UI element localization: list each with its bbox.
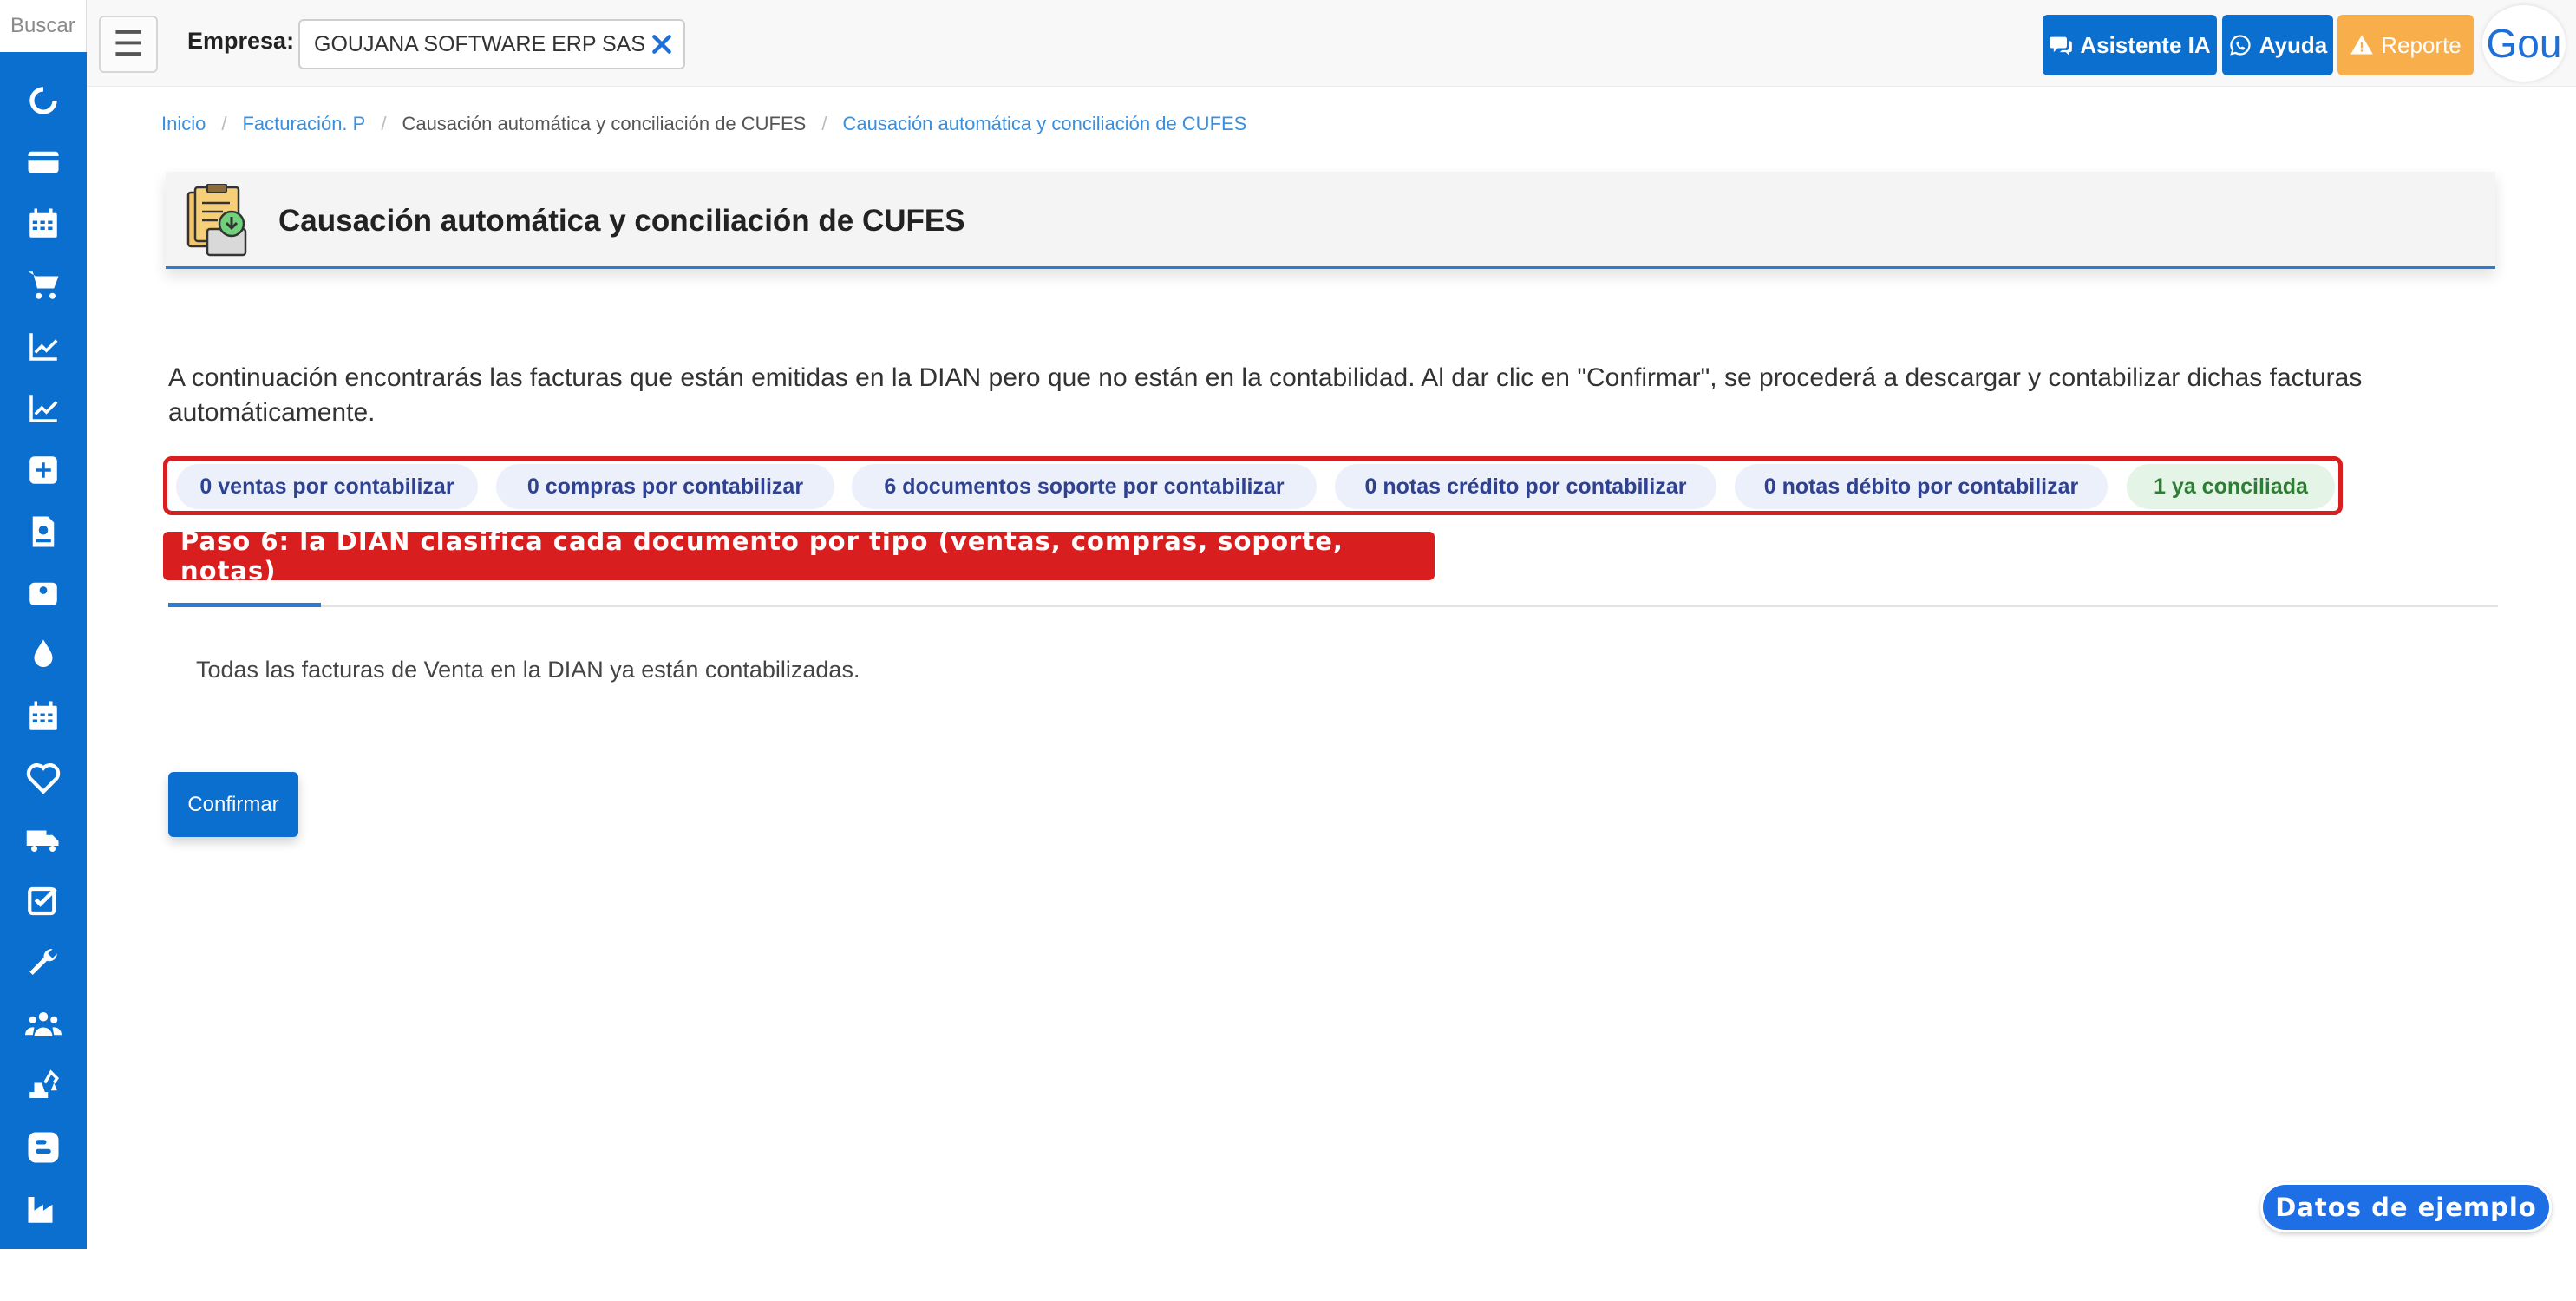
refresh-icon[interactable] — [0, 69, 87, 131]
pill-compras[interactable]: 0 compras por contabilizar — [496, 464, 834, 509]
pill-label: 0 compras por contabilizar — [526, 474, 804, 499]
warning-icon — [2350, 35, 2374, 55]
pill-label: 0 notas crédito por contabilizar — [1364, 474, 1687, 499]
wrench-icon[interactable] — [0, 932, 87, 993]
credit-card-icon[interactable] — [0, 131, 87, 193]
sample-data-badge: Datos de ejemplo — [2260, 1182, 2552, 1232]
page-header: Causación automática y conciliación de C… — [166, 172, 2495, 269]
pill-label: 1 ya conciliada — [2154, 474, 2308, 499]
chat-icon — [2050, 36, 2073, 56]
confirm-button[interactable]: Confirmar — [168, 772, 298, 837]
asistente-ia-label: Asistente IA — [2080, 31, 2211, 58]
page-title: Causación automática y conciliación de C… — [278, 204, 965, 238]
documents-download-icon — [186, 184, 247, 257]
top-navbar: ☰ Empresa: GOUJANA SOFTWARE ERP SAS Asis… — [87, 0, 2576, 87]
breadcrumb-separator: / — [821, 113, 827, 134]
reporte-label: Reporte — [2381, 31, 2462, 58]
users-icon[interactable] — [0, 993, 87, 1055]
breadcrumb-separator: / — [221, 113, 227, 134]
excavator-icon[interactable] — [0, 1055, 87, 1116]
step-annotation-banner: Paso 6: la DIAN clasifica cada documento… — [163, 526, 1435, 585]
menu-toggle-button[interactable]: ☰ — [99, 16, 158, 73]
gou-logo[interactable]: Gou — [2482, 5, 2566, 82]
reporte-button[interactable]: Reporte — [2337, 15, 2474, 75]
empresa-value: GOUJANA SOFTWARE ERP SAS — [314, 31, 646, 56]
empresa-select[interactable]: GOUJANA SOFTWARE ERP SAS — [298, 19, 685, 69]
intro-text: A continuación encontrarás las facturas … — [168, 363, 2363, 427]
empresa-label: Empresa: — [187, 28, 295, 54]
ayuda-label: Ayuda — [2259, 31, 2328, 58]
pill-notas-credito[interactable]: 0 notas crédito por contabilizar — [1335, 464, 1716, 509]
pill-notas-debito[interactable]: 0 notas débito por contabilizar — [1735, 464, 2108, 509]
calendar-icon[interactable] — [0, 193, 87, 254]
breadcrumb-current[interactable]: Causación automática y conciliación de C… — [842, 113, 1246, 135]
breadcrumb-section: Causación automática y conciliación de C… — [402, 113, 807, 134]
tab-active-indicator[interactable] — [168, 603, 321, 607]
cart-icon[interactable] — [0, 254, 87, 316]
industry-icon[interactable] — [0, 1178, 87, 1239]
check-square-icon[interactable] — [0, 870, 87, 932]
empty-state-message: Todas las facturas de Venta en la DIAN y… — [196, 657, 860, 683]
sidebar: Buscar — [0, 0, 87, 1278]
breadcrumb-facturacion[interactable]: Facturación. P — [242, 113, 365, 135]
sidebar-menu — [0, 69, 87, 1301]
plus-square-icon[interactable] — [0, 439, 87, 500]
pill-label: 6 documentos soporte por contabilizar — [884, 474, 1285, 499]
drop-icon[interactable] — [0, 624, 87, 685]
pill-ventas[interactable]: 0 ventas por contabilizar — [176, 464, 478, 509]
breadcrumb: Inicio / Facturación. P / Causación auto… — [161, 113, 1246, 135]
whatsapp-icon — [2230, 35, 2251, 56]
wallet-icon[interactable] — [0, 562, 87, 624]
line-chart-icon[interactable] — [0, 377, 87, 439]
pill-label: 0 notas débito por contabilizar — [1763, 474, 2079, 499]
pill-documentos-soporte[interactable]: 6 documentos soporte por contabilizar — [852, 464, 1317, 509]
pill-conciliada[interactable]: 1 ya conciliada — [2127, 464, 2335, 509]
calendar-icon[interactable] — [0, 685, 87, 747]
asistente-ia-button[interactable]: Asistente IA — [2043, 15, 2217, 75]
tabs-divider — [168, 605, 2498, 607]
truck-icon[interactable] — [0, 808, 87, 870]
logo-text: Gou — [2486, 21, 2562, 66]
breadcrumb-separator: / — [381, 113, 387, 134]
rips-document-icon[interactable] — [0, 500, 87, 562]
ayuda-button[interactable]: Ayuda — [2222, 15, 2333, 75]
clear-empresa-icon[interactable] — [645, 28, 678, 61]
line-chart-icon[interactable] — [0, 316, 87, 377]
breadcrumb-inicio[interactable]: Inicio — [161, 113, 206, 135]
blogger-icon[interactable] — [0, 1116, 87, 1178]
sidebar-search-input[interactable]: Buscar — [0, 0, 87, 52]
heart-icon[interactable] — [0, 747, 87, 808]
pill-label: 0 ventas por contabilizar — [199, 474, 454, 499]
